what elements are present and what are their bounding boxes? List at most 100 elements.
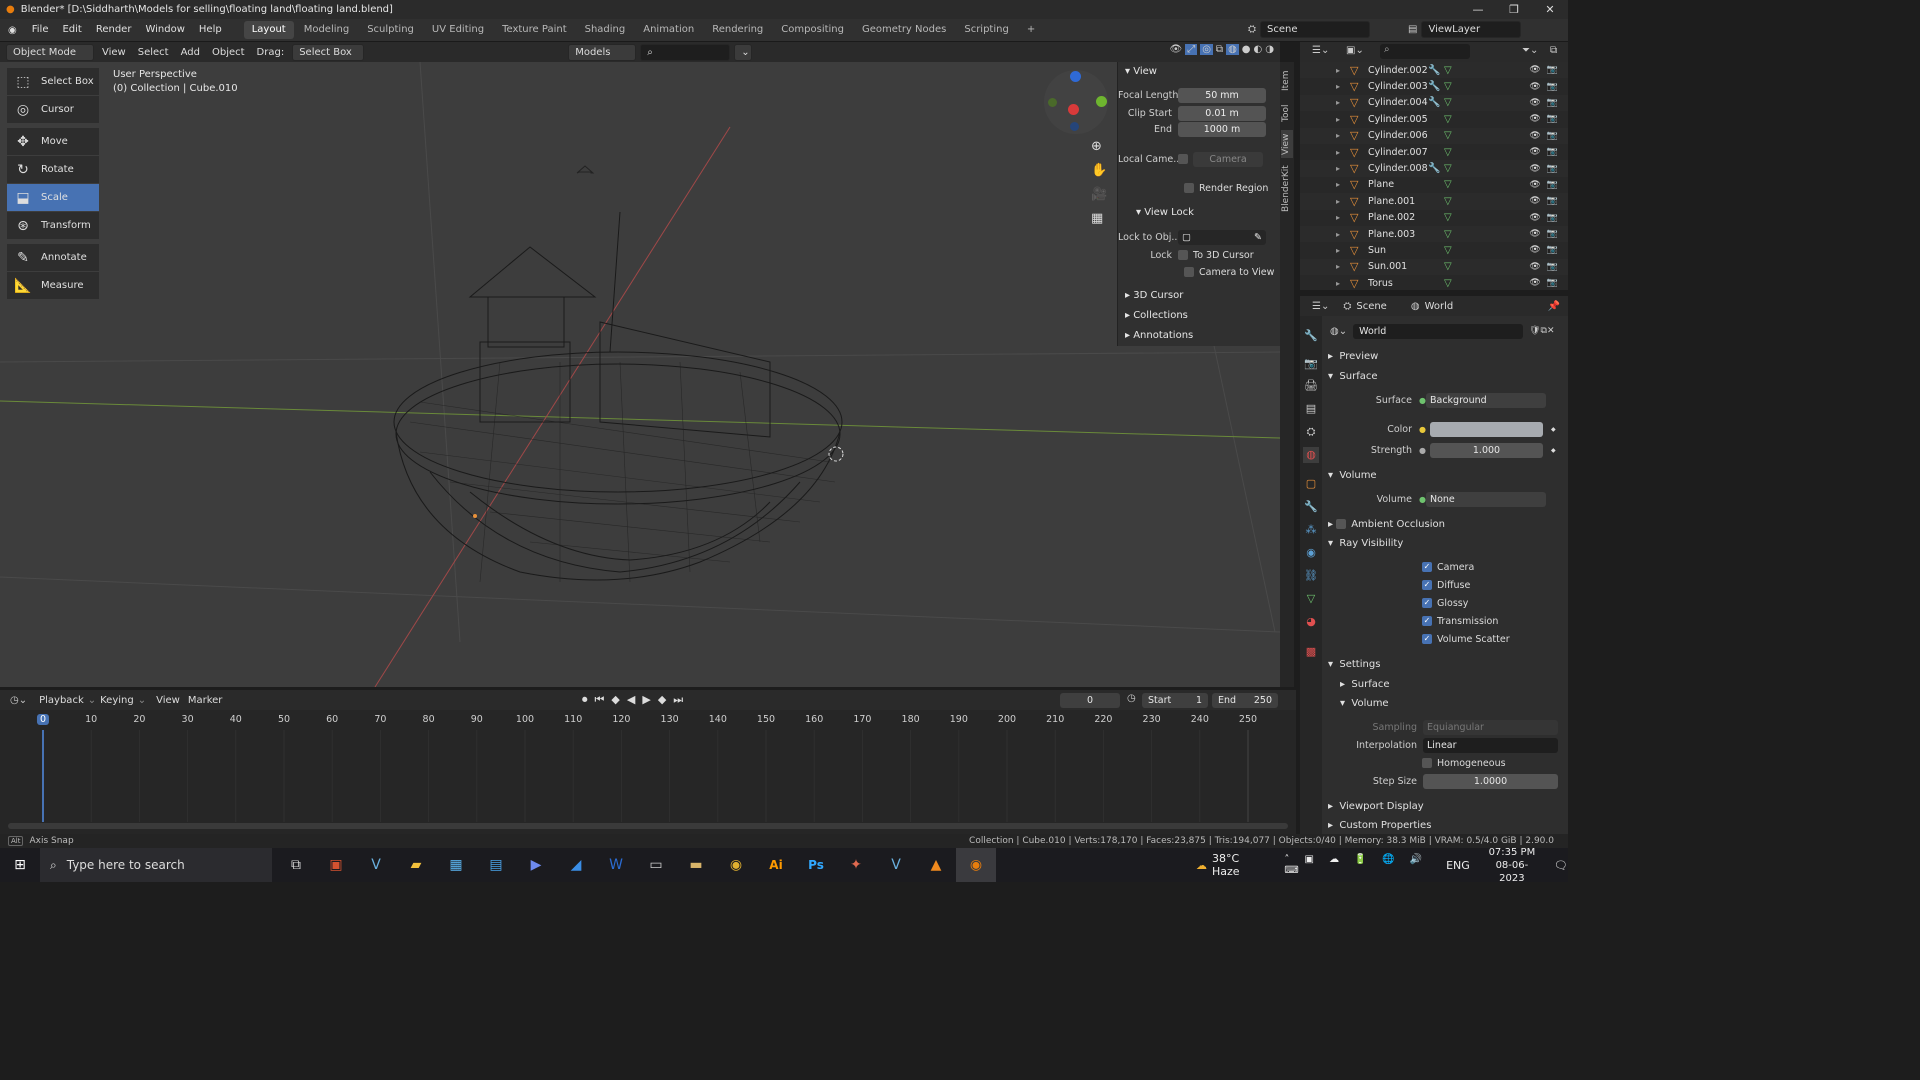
- visibility-camera-icons[interactable]: 👁📷: [1529, 213, 1564, 223]
- display-mode-icon[interactable]: ▣⌄: [1346, 45, 1364, 56]
- object-name[interactable]: Plane.001: [1368, 196, 1428, 207]
- visibility-camera-icons[interactable]: 👁📷: [1529, 98, 1564, 108]
- render-tab-icon[interactable]: 📷: [1303, 356, 1319, 372]
- texture-tab-icon[interactable]: ▩: [1303, 644, 1319, 660]
- powerpoint-icon[interactable]: ▣: [316, 848, 356, 882]
- tab-rendering[interactable]: Rendering: [704, 21, 771, 39]
- visibility-camera-icons[interactable]: 👁📷: [1529, 229, 1564, 239]
- ray-diffuse-checkbox[interactable]: ✓: [1422, 580, 1432, 590]
- task-view-icon[interactable]: ⧉: [276, 848, 316, 882]
- marker-menu[interactable]: Marker: [184, 695, 227, 706]
- menu-select[interactable]: Select: [134, 47, 173, 58]
- language-indicator[interactable]: ENG: [1446, 859, 1470, 872]
- settings-surface-subsection[interactable]: ▸ Surface: [1340, 675, 1568, 693]
- visibility-camera-icons[interactable]: 👁📷: [1529, 82, 1564, 92]
- close-button[interactable]: ✕: [1532, 0, 1568, 19]
- outliner-row[interactable]: ▸ ▽ Cylinder.006 ▽ 👁📷: [1300, 127, 1568, 144]
- outliner-row[interactable]: ▸ ▽ Cylinder.002 🔧 ▽ 👁📷: [1300, 62, 1568, 79]
- focal-length-field[interactable]: 50 mm: [1178, 87, 1266, 103]
- expand-arrow-icon[interactable]: ▸: [1336, 66, 1350, 75]
- settings-volume-subsection[interactable]: ▾ Volume: [1340, 694, 1568, 712]
- outliner-row[interactable]: ▸ ▽ Cylinder.005 ▽ 👁📷: [1300, 111, 1568, 127]
- collections-section[interactable]: ▸ Collections: [1125, 310, 1188, 321]
- ray-visibility-section[interactable]: ▾ Ray Visibility: [1328, 534, 1568, 552]
- tab-layout[interactable]: Layout: [243, 21, 294, 39]
- visibility-camera-icons[interactable]: 👁📷: [1529, 180, 1564, 190]
- mesh-data-icon[interactable]: ▽: [1444, 278, 1452, 289]
- zoom-icon[interactable]: ⊕: [1091, 139, 1107, 154]
- jump-end-icon[interactable]: ⏭: [673, 693, 683, 707]
- object-name[interactable]: Plane.003: [1368, 229, 1428, 240]
- xray-icon[interactable]: ⧉: [1216, 44, 1223, 55]
- tray-icons[interactable]: ˄ ▣ ☁ 🔋 🌐 🔊 ⌨: [1284, 854, 1440, 876]
- outliner-search-input[interactable]: ⌕: [1380, 44, 1470, 59]
- material-tab-icon[interactable]: ◕: [1303, 614, 1319, 630]
- visibility-camera-icons[interactable]: 👁📷: [1529, 164, 1564, 174]
- mesh-data-icon[interactable]: ▽: [1444, 65, 1452, 76]
- pin-icon[interactable]: 📌: [1548, 301, 1560, 312]
- scene-breadcrumb[interactable]: Scene: [1356, 301, 1387, 312]
- jump-start-icon[interactable]: ⏮: [595, 693, 605, 707]
- menu-render[interactable]: Render: [89, 19, 139, 41]
- volume-shader-field[interactable]: None: [1425, 491, 1546, 507]
- object-name[interactable]: Cylinder.007: [1368, 147, 1428, 158]
- windows-start-icon[interactable]: ⊞: [0, 848, 40, 882]
- physics-tab-icon[interactable]: ◉: [1303, 545, 1319, 561]
- tab-uv-editing[interactable]: UV Editing: [424, 21, 492, 39]
- object-name[interactable]: Cylinder.008: [1368, 163, 1428, 174]
- visibility-camera-icons[interactable]: 👁📷: [1529, 65, 1564, 75]
- annotations-section[interactable]: ▸ Annotations: [1125, 330, 1193, 341]
- word-icon[interactable]: W: [596, 848, 636, 882]
- menu-add[interactable]: Add: [177, 47, 204, 58]
- expand-arrow-icon[interactable]: ▸: [1336, 180, 1350, 189]
- app3-icon[interactable]: ▬: [676, 848, 716, 882]
- tool-annotate[interactable]: ✎ Annotate: [7, 244, 99, 271]
- vivaldi-icon[interactable]: V: [356, 848, 396, 882]
- visibility-camera-icons[interactable]: 👁📷: [1529, 262, 1564, 272]
- playback-menu[interactable]: Playback: [35, 695, 88, 706]
- blender-taskbar-icon[interactable]: ◉: [956, 848, 996, 882]
- expand-arrow-icon[interactable]: ▸: [1336, 82, 1350, 91]
- record-icon[interactable]: ⏺: [582, 693, 588, 707]
- expand-arrow-icon[interactable]: ▸: [1336, 262, 1350, 271]
- constraints-tab-icon[interactable]: ⛓: [1303, 568, 1319, 584]
- gizmo-x-axis[interactable]: [1068, 104, 1079, 115]
- gizmo-neg-z-axis[interactable]: [1070, 122, 1079, 131]
- ray-camera-checkbox[interactable]: ✓: [1422, 562, 1432, 572]
- world-breadcrumb[interactable]: World: [1425, 301, 1454, 312]
- world-name-field[interactable]: World: [1353, 323, 1524, 339]
- tab-compositing[interactable]: Compositing: [773, 21, 852, 39]
- expand-arrow-icon[interactable]: ▸: [1336, 279, 1350, 288]
- tab-tool[interactable]: Tool: [1281, 100, 1293, 126]
- object-name[interactable]: Cylinder.005: [1368, 114, 1428, 125]
- interpolation-dropdown[interactable]: Linear: [1423, 737, 1558, 753]
- step-size-field[interactable]: 1.0000: [1423, 773, 1558, 789]
- ambient-occlusion-section[interactable]: ▸ Ambient Occlusion: [1328, 515, 1568, 533]
- search-options-dropdown[interactable]: ⌄: [734, 43, 753, 61]
- local-camera-checkbox[interactable]: [1178, 154, 1188, 164]
- 3d-cursor-section[interactable]: ▸ 3D Cursor: [1125, 290, 1183, 301]
- expand-arrow-icon[interactable]: ▸: [1336, 164, 1350, 173]
- blender-menu-icon[interactable]: ◉: [0, 25, 25, 36]
- viewport-display-section[interactable]: ▸ Viewport Display: [1328, 797, 1568, 815]
- keyframe-dot-icon[interactable]: ◆: [1551, 426, 1556, 433]
- tool-rotate[interactable]: ↻ Rotate: [7, 156, 99, 183]
- tool-move[interactable]: ✥ Move: [7, 128, 99, 155]
- object-name[interactable]: Cylinder.002: [1368, 65, 1428, 76]
- sampling-dropdown[interactable]: Equiangular: [1423, 719, 1558, 735]
- eyedropper-icon[interactable]: ✎: [1254, 230, 1266, 245]
- outliner-row[interactable]: ▸ ▽ Plane.002 ▽ 👁📷: [1300, 210, 1568, 226]
- navigation-gizmo[interactable]: [1044, 70, 1108, 134]
- solid-shading-icon[interactable]: ●: [1242, 44, 1251, 55]
- world-color-swatch[interactable]: [1429, 421, 1543, 437]
- wireframe-shading-icon[interactable]: ◍: [1226, 44, 1239, 55]
- world-datablock-icon[interactable]: ◍⌄: [1330, 326, 1347, 337]
- ray-volume-scatter-checkbox[interactable]: ✓: [1422, 634, 1432, 644]
- 3d-viewport[interactable]: User Perspective (0) Collection | Cube.0…: [0, 62, 1280, 687]
- mesh-data-icon[interactable]: ▽: [1444, 97, 1452, 108]
- properties-editor-icon[interactable]: ☰⌄: [1312, 301, 1329, 312]
- minimize-button[interactable]: —: [1460, 0, 1496, 19]
- local-camera-field[interactable]: Camera: [1193, 151, 1263, 167]
- view-layer-tab-icon[interactable]: ▤: [1303, 401, 1319, 417]
- drag-select-dropdown[interactable]: Select Box: [292, 43, 365, 61]
